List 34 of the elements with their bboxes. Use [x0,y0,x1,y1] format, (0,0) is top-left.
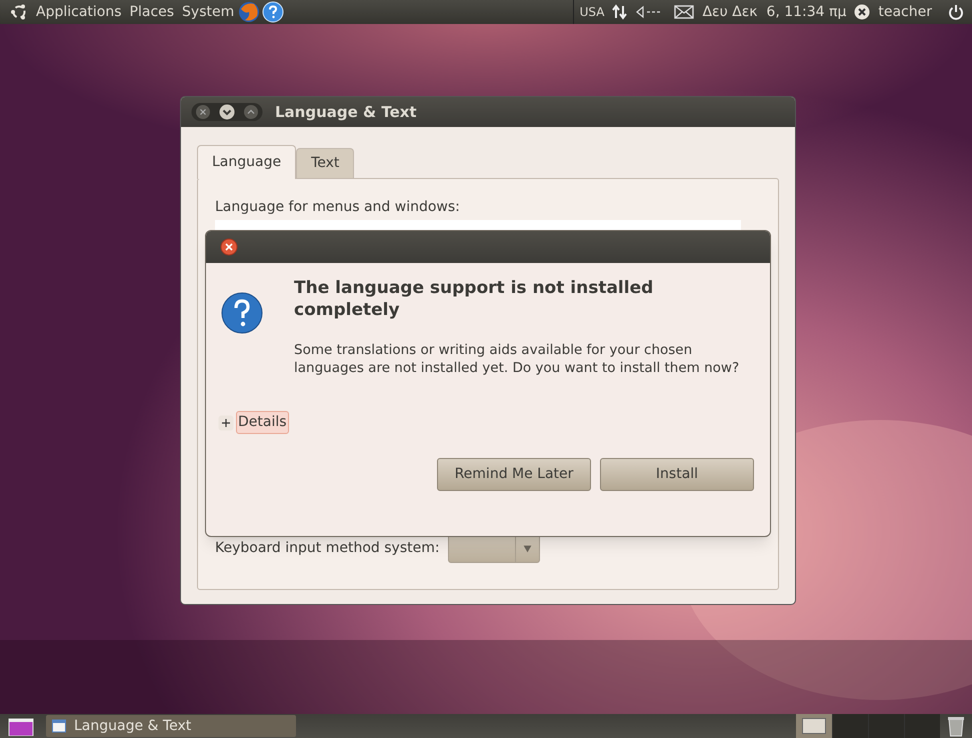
logo-icon [10,3,28,21]
taskbar-item[interactable]: Language & Text [46,715,296,737]
power-icon[interactable] [948,4,964,20]
question-icon [220,291,264,335]
menu-item[interactable]: Applications [36,2,122,22]
show-desktop-icon[interactable] [8,716,34,736]
clock[interactable]: Δευ Δεκ 6, 11:34 πμ [702,2,846,22]
menu-item[interactable]: System [182,2,234,22]
tab[interactable]: Text [296,148,354,178]
user-status-icon[interactable] [854,4,870,20]
network-icon[interactable] [612,4,628,20]
tab[interactable]: Language [197,145,296,179]
dialog-message: Some translations or writing aids available for your chosen languages are not installed yet. Do you want to install them now? [294,341,740,377]
details-expander[interactable]: Details [236,411,289,434]
input-method-dropdown[interactable] [448,534,540,563]
browser-icon[interactable] [238,1,260,23]
menu-item[interactable]: Places [130,2,174,22]
dialog-heading: The language support is not installed completely [294,277,654,321]
help-icon[interactable] [262,1,284,23]
keyboard-label: Keyboard input method system: [215,539,440,558]
mail-icon[interactable] [674,5,694,19]
list-label: Language for menus and windows: [215,198,461,217]
trash-icon[interactable] [946,715,966,737]
window-icon [52,719,66,733]
window-controls-icon[interactable] [191,102,263,122]
volume-icon[interactable] [636,5,662,19]
dialog-button[interactable]: Remind Me Later [437,458,591,491]
keyboard-layout[interactable]: USA [580,3,604,21]
close-icon[interactable] [220,238,238,256]
workspace-switcher[interactable] [796,714,940,738]
expand-icon[interactable] [218,414,234,430]
dialog-button[interactable]: Install [600,458,754,491]
window-title: Language & Text [275,102,417,123]
user-name[interactable]: teacher [878,2,932,22]
